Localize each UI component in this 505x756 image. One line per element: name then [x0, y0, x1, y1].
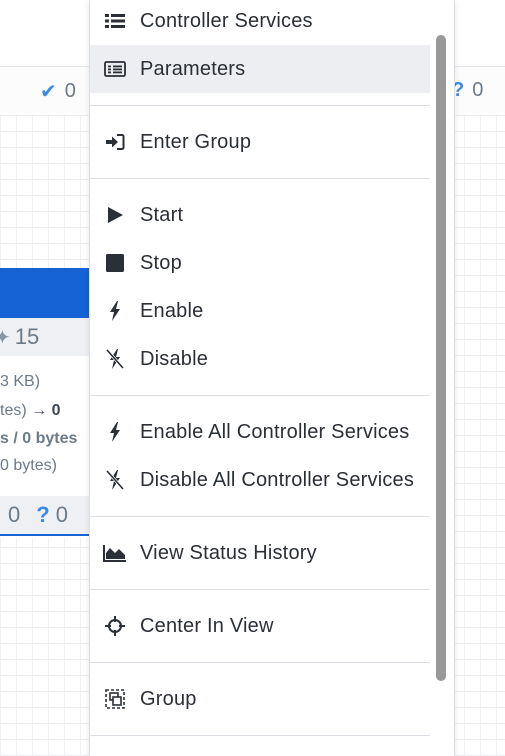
menu-divider	[90, 516, 430, 517]
menu-item-label: View Status History	[140, 541, 317, 564]
read-write-stat: s / 0 bytes	[0, 430, 78, 447]
menu-item-disable[interactable]: Disable	[90, 335, 430, 383]
bolt-slash-icon	[90, 469, 140, 491]
bolt-slash-icon	[90, 348, 140, 370]
menu-item-label: Stop	[140, 251, 182, 274]
process-group-footer: 0 ? 0	[0, 496, 100, 536]
out-stat: 0 bytes)	[0, 457, 57, 474]
menu-item-label: Enter Group	[140, 130, 252, 153]
queued-stat: 3 KB)	[0, 373, 41, 390]
question-icon: ?	[36, 502, 50, 527]
valid-status: ✔ 0	[40, 79, 76, 104]
group-icon	[90, 688, 140, 710]
menu-item-label: Group	[140, 687, 197, 710]
table-icon	[90, 61, 140, 77]
menu-item-stop[interactable]: Stop	[90, 239, 430, 287]
menu-item-enable[interactable]: Enable	[90, 287, 430, 335]
menu-divider	[90, 735, 430, 736]
menu-divider	[90, 178, 430, 179]
process-group-counts: ✦ 15	[0, 318, 100, 356]
process-group-header[interactable]	[0, 268, 100, 318]
menu-scrollbar-thumb[interactable]	[436, 35, 446, 681]
menu-item-label: Enable	[140, 299, 204, 322]
bolt-slash-icon: ✦	[0, 326, 11, 349]
valid-count: 0	[64, 80, 76, 102]
unknown-count: 0	[472, 79, 484, 101]
footer-count-b: 0	[55, 502, 68, 527]
disabled-count: 15	[14, 324, 40, 349]
menu-item-center-in-view[interactable]: Center In View	[90, 602, 430, 650]
menu-item-group[interactable]: Group	[90, 675, 430, 723]
menu-item-label: Start	[140, 203, 184, 226]
menu-item-label: Center In View	[140, 614, 274, 637]
stop-icon	[90, 254, 140, 272]
menu-item-label: Parameters	[140, 57, 246, 80]
menu-item-label: Enable All Controller Services	[140, 420, 410, 443]
context-menu: Controller Services Parameters Enter Gro…	[89, 0, 455, 756]
play-icon	[90, 206, 140, 224]
menu-divider	[90, 395, 430, 396]
menu-item-label: Disable	[140, 347, 209, 370]
menu-divider	[90, 662, 430, 663]
menu-item-enter-group[interactable]: Enter Group	[90, 118, 430, 166]
list-icon	[90, 13, 140, 29]
menu-item-parameters[interactable]: Parameters	[90, 45, 430, 93]
check-icon: ✔	[40, 81, 57, 103]
footer-count-a: 0	[8, 502, 21, 527]
menu-item-enable-all-controller-services[interactable]: Enable All Controller Services	[90, 408, 430, 456]
menu-divider	[90, 589, 430, 590]
menu-divider	[90, 105, 430, 106]
unknown-status: ? 0	[452, 79, 483, 102]
in-stat: tes) → 0	[0, 402, 61, 419]
sign-in-icon	[90, 133, 140, 151]
process-group[interactable]: ✦ 15 3 KB) tes) → 0 s / 0 bytes 0 bytes)…	[0, 268, 100, 538]
menu-item-controller-services[interactable]: Controller Services	[90, 0, 430, 45]
area-chart-icon	[90, 544, 140, 562]
bolt-icon	[90, 422, 140, 442]
crosshairs-icon	[90, 616, 140, 636]
menu-item-start[interactable]: Start	[90, 191, 430, 239]
menu-item-view-status-history[interactable]: View Status History	[90, 529, 430, 577]
menu-item-disable-all-controller-services[interactable]: Disable All Controller Services	[90, 456, 430, 504]
menu-item-label: Disable All Controller Services	[140, 468, 415, 491]
bolt-icon	[90, 301, 140, 321]
menu-item-label: Controller Services	[140, 9, 313, 32]
